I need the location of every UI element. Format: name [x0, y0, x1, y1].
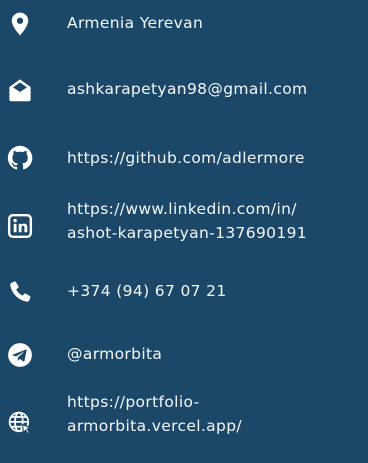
contact-location: Armenia Yerevan: [0, 8, 368, 38]
envelope-open-icon: [7, 77, 33, 103]
location-text: Armenia Yerevan: [67, 14, 204, 32]
github-icon: [7, 145, 33, 171]
contact-list: Armenia Yerevan ashkarapetyan98@gmail.co…: [0, 0, 368, 463]
linkedin-icon: [7, 213, 33, 239]
linkedin-url-line-1: https://www.linkedin.com/in/: [67, 200, 297, 218]
portfolio-url-text: https://portfolio- armorbita.vercel.app/: [67, 390, 366, 438]
contact-telegram-link[interactable]: @armorbita: [0, 339, 368, 369]
map-pin-icon: [7, 11, 33, 37]
github-url-text: https://github.com/adlermore: [67, 149, 305, 167]
contact-linkedin-link[interactable]: https://www.linkedin.com/in/ ashot-karap…: [0, 195, 368, 255]
contact-portfolio-link[interactable]: https://portfolio- armorbita.vercel.app/: [0, 388, 368, 448]
linkedin-url-line-2: ashot-karapetyan-137690191: [67, 224, 308, 242]
email-text: ashkarapetyan98@gmail.com: [67, 80, 308, 98]
linkedin-url-text: https://www.linkedin.com/in/ ashot-karap…: [67, 197, 366, 245]
telegram-handle-text: @armorbita: [67, 345, 163, 363]
telegram-icon: [7, 342, 33, 368]
phone-text: +374 (94) 67 07 21: [67, 282, 227, 300]
globe-cursor-icon: [7, 410, 33, 436]
portfolio-url-line-2: armorbita.vercel.app/: [67, 417, 242, 435]
contact-phone-link[interactable]: +374 (94) 67 07 21: [0, 276, 368, 306]
phone-icon: [7, 279, 33, 305]
contact-email-link[interactable]: ashkarapetyan98@gmail.com: [0, 74, 368, 104]
portfolio-url-line-1: https://portfolio-: [67, 393, 200, 411]
contact-github-link[interactable]: https://github.com/adlermore: [0, 143, 368, 173]
